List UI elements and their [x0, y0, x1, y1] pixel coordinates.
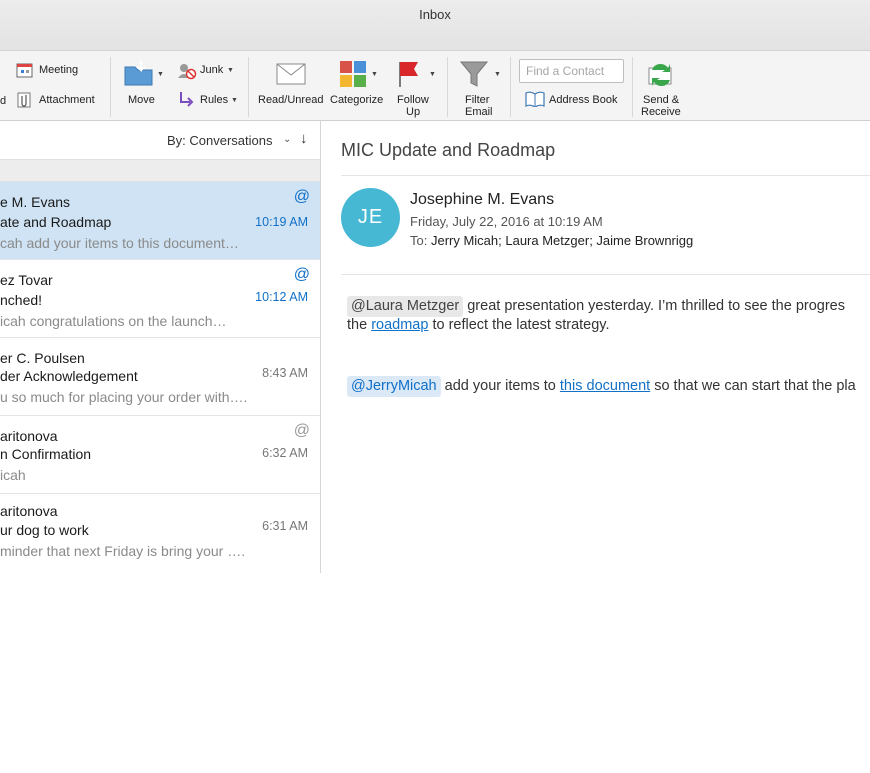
move-folder-icon — [124, 61, 153, 86]
body-paragraph: @JerryMicah add your items to this docum… — [347, 376, 856, 397]
mention-icon: @ — [293, 422, 310, 439]
list-item[interactable]: aritonova n Confirmation icah @ 6:32 AM — [0, 416, 320, 494]
junk-caret-icon: ▼ — [227, 67, 234, 74]
meeting-label: Meeting — [39, 64, 79, 76]
message-subject: ate and Roadmap — [0, 214, 112, 230]
follow-up-label-2: Up — [406, 106, 421, 118]
message-list: By: Conversations ⌄ ↓ e M. Evans ate and… — [0, 121, 321, 573]
meeting-icon — [16, 63, 33, 78]
recipients-line: To: Jerry Micah; Laura Metzger; Jaime Br… — [410, 233, 693, 248]
list-item[interactable]: ez Tovar nched! icah congratulations on … — [0, 260, 320, 338]
filter-label-2: Email — [465, 106, 493, 118]
ribbon-toolbar: d Meeting Attachment ▼ Move Junk ▼ Rules… — [0, 50, 870, 121]
message-time: 10:12 AM — [255, 290, 308, 304]
divider — [341, 175, 870, 176]
message-sender: e M. Evans — [0, 194, 71, 210]
read-unread-label: Read/Unread — [258, 94, 324, 106]
sender-name[interactable]: Josephine M. Evans — [410, 191, 554, 209]
mention-icon: @ — [293, 266, 310, 283]
move-label: Move — [128, 94, 155, 106]
mention-laura[interactable]: @Laura Metzger — [347, 296, 464, 317]
message-subject: n Confirmation — [0, 446, 92, 462]
message-preview: icah congratulations on the launch… — [0, 313, 227, 329]
message-preview: cah add your items to this document… — [0, 235, 239, 251]
message-subject: nched! — [0, 292, 43, 308]
sent-date: Friday, July 22, 2016 at 10:19 AM — [410, 214, 603, 229]
message-preview: u so much for placing your order with…. — [0, 389, 248, 405]
message-time: 6:32 AM — [262, 446, 308, 460]
list-item[interactable]: er C. Poulsen der Acknowledgement u so m… — [0, 338, 320, 416]
message-sender: aritonova — [0, 428, 58, 444]
ribbon-separator — [632, 57, 633, 117]
body-text: so that we can start that the pla — [650, 378, 856, 394]
group-header — [0, 159, 320, 182]
document-link[interactable]: this document — [560, 378, 650, 394]
categorize-caret-icon: ▼ — [371, 71, 378, 78]
categorize-icon — [340, 61, 366, 87]
message-subject: ur dog to work — [0, 522, 89, 538]
ribbon-separator — [110, 57, 111, 117]
chevron-down-icon[interactable]: ⌄ — [283, 134, 291, 145]
ribbon-separator — [248, 57, 249, 117]
move-caret-icon: ▼ — [157, 71, 164, 78]
message-sender: ez Tovar — [0, 272, 53, 288]
sort-dropdown[interactable]: By: Conversations — [167, 133, 273, 148]
address-book-icon — [525, 91, 545, 107]
body-paragraph: the roadmap to reflect the latest strate… — [347, 316, 610, 335]
message-time: 6:31 AM — [262, 519, 308, 533]
partial-ribbon-label: d — [0, 95, 7, 107]
sort-direction-icon[interactable]: ↓ — [300, 130, 308, 147]
envelope-icon — [276, 63, 306, 85]
to-recipients[interactable]: Jerry Micah; Laura Metzger; Jaime Brownr… — [431, 233, 693, 248]
ribbon-separator — [447, 57, 448, 117]
message-time: 8:43 AM — [262, 366, 308, 380]
body-text: great presentation yesterday. I’m thrill… — [463, 298, 845, 314]
message-subject-title: MIC Update and Roadmap — [341, 140, 556, 160]
paperclip-icon — [17, 92, 31, 108]
body-text: add your items to — [440, 378, 560, 394]
message-preview: icah — [0, 467, 26, 483]
avatar[interactable]: JE — [341, 188, 400, 247]
window-title: Inbox — [419, 7, 451, 22]
message-time: 10:19 AM — [255, 215, 308, 229]
flag-icon — [399, 62, 418, 87]
roadmap-link[interactable]: roadmap — [371, 317, 428, 333]
list-item[interactable]: e M. Evans ate and Roadmap cah add your … — [0, 182, 320, 260]
junk-label: Junk — [200, 64, 224, 76]
ribbon-separator — [510, 57, 511, 117]
message-preview: minder that next Friday is bring your …. — [0, 543, 246, 559]
divider — [341, 274, 870, 275]
list-item[interactable]: aritonova ur dog to work minder that nex… — [0, 494, 320, 572]
message-sender: er C. Poulsen — [0, 350, 85, 366]
title-bar: Inbox — [0, 0, 870, 50]
to-label: To: — [410, 233, 428, 248]
categorize-label: Categorize — [330, 94, 384, 106]
message-subject: der Acknowledgement — [0, 368, 138, 384]
filter-caret-icon: ▼ — [494, 71, 501, 78]
reading-pane: MIC Update and Roadmap JE Josephine M. E… — [321, 121, 870, 773]
body-text: the — [347, 317, 372, 333]
junk-icon — [178, 64, 197, 80]
body-text: to reflect the latest strategy. — [428, 317, 610, 333]
rules-caret-icon: ▼ — [231, 97, 238, 104]
mention-jerry[interactable]: @JerryMicah — [347, 376, 441, 397]
send-receive-label-2: Receive — [641, 106, 681, 118]
body-paragraph: @Laura Metzger great presentation yester… — [347, 296, 845, 317]
follow-up-caret-icon: ▼ — [429, 71, 436, 78]
find-contact-input[interactable] — [520, 60, 623, 82]
message-sender: aritonova — [0, 503, 58, 519]
find-contact-field[interactable] — [519, 59, 624, 83]
send-receive-icon — [648, 63, 672, 87]
rules-icon — [180, 92, 194, 107]
address-book-label: Address Book — [549, 94, 618, 106]
mention-icon: @ — [293, 188, 310, 205]
attachment-label: Attachment — [39, 94, 95, 106]
filter-funnel-icon — [460, 61, 488, 87]
list-header: By: Conversations ⌄ ↓ — [0, 121, 320, 159]
rules-label: Rules — [200, 94, 229, 106]
